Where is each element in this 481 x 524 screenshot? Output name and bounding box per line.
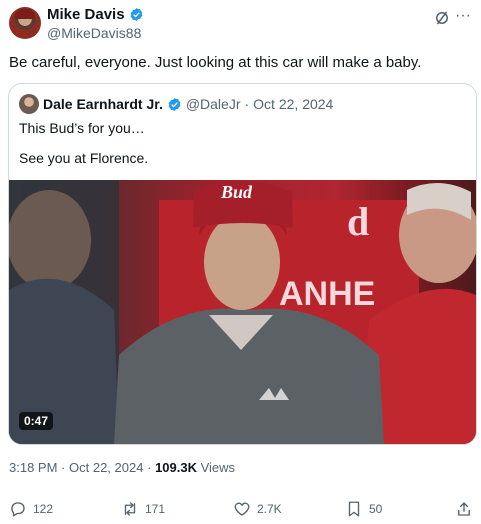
grok-icon[interactable] [433, 9, 451, 27]
quoted-tweet-text-line2: See you at Florence. [19, 150, 149, 166]
tweet-header: Mike Davis @MikeDavis88 ··· [9, 6, 471, 42]
action-bar: 122 171 2.7K 50 [9, 500, 471, 520]
repost-icon [124, 502, 136, 516]
tweet-meta: 3:18 PM · Oct 22, 2024 · 109.3K Views [9, 460, 235, 475]
tweet-text: Be careful, everyone. Just looking at th… [9, 54, 422, 71]
tweet-date[interactable]: Oct 22, 2024 [69, 460, 143, 475]
quoted-tweet[interactable]: Dale Earnhardt Jr. @DaleJr · Oct 22, 202… [8, 83, 477, 445]
quoted-tweet-header: Dale Earnhardt Jr. @DaleJr · Oct 22, 202… [19, 94, 333, 114]
author-avatar[interactable] [9, 7, 41, 39]
cap-logo-text: Bud [220, 182, 253, 202]
views-count: 109.3K [155, 460, 197, 475]
bookmark-count: 50 [369, 502, 383, 516]
banner-text: ANHE [279, 275, 375, 313]
author-name[interactable]: Mike Davis [47, 6, 125, 23]
quoted-author-handle[interactable]: @DaleJr [186, 96, 241, 112]
repost-button[interactable]: 171 [121, 500, 165, 518]
quoted-tweet-date[interactable]: Oct 22, 2024 [253, 96, 333, 112]
reply-button[interactable]: 122 [9, 500, 53, 518]
share-icon [458, 502, 470, 516]
quoted-tweet-text-line1: This Bud’s for you… [19, 120, 145, 136]
bookmark-icon [348, 501, 360, 517]
video-duration: 0:47 [19, 412, 54, 430]
quoted-author-name[interactable]: Dale Earnhardt Jr. [43, 96, 163, 112]
tweet-time[interactable]: 3:18 PM [9, 460, 57, 475]
video-player[interactable]: ANHE d Bud 0:47 [9, 180, 476, 444]
share-button[interactable] [455, 500, 473, 518]
views-label: Views [200, 460, 236, 475]
reply-count: 122 [33, 502, 54, 516]
quoted-author-avatar[interactable] [19, 94, 39, 114]
banner-text-2: d [347, 199, 369, 244]
meta-separator: · [147, 460, 152, 475]
reply-icon [11, 502, 25, 517]
author-name-row[interactable]: Mike Davis [47, 6, 144, 23]
meta-separator: · [61, 460, 66, 475]
video-frame: ANHE d Bud [9, 180, 476, 444]
like-button[interactable]: 2.7K [233, 500, 282, 518]
bookmark-button[interactable]: 50 [345, 500, 382, 518]
repost-count: 171 [145, 502, 166, 516]
like-count: 2.7K [257, 502, 282, 516]
verified-badge-icon [168, 97, 181, 111]
meta-separator: · [244, 96, 250, 112]
author-handle[interactable]: @MikeDavis88 [47, 25, 141, 41]
more-options-icon[interactable]: ··· [455, 7, 471, 25]
verified-badge-icon [130, 7, 142, 22]
heart-icon [234, 502, 250, 516]
